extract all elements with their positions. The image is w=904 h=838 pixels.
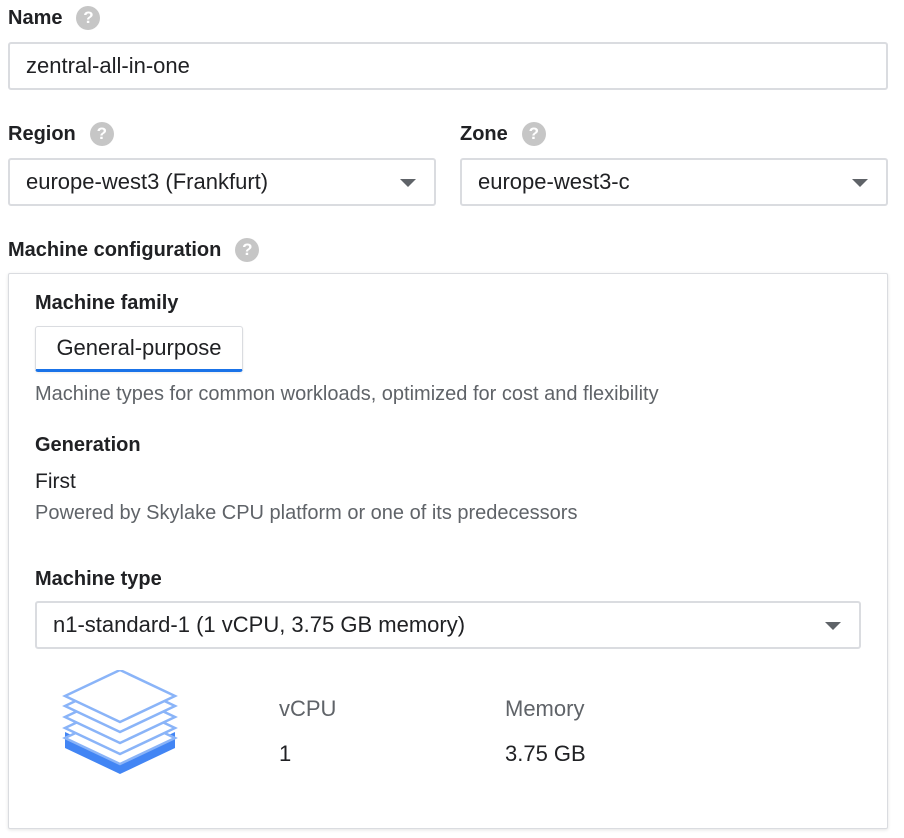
region-help-icon[interactable]: ? xyxy=(89,122,114,146)
stacked-layers-icon xyxy=(62,670,178,774)
name-help-icon[interactable]: ? xyxy=(76,6,101,30)
machine-config-panel: Machine family General-purpose Machine t… xyxy=(8,273,888,829)
zone-help-icon[interactable]: ? xyxy=(521,122,546,146)
machine-family-label: Machine family xyxy=(35,292,179,314)
machine-config-label: Machine configuration ? xyxy=(8,238,260,262)
region-select-value: europe-west3 (Frankfurt) xyxy=(26,169,269,194)
machine-config-label-text: Machine configuration xyxy=(8,238,222,261)
zone-select-value: europe-west3-c xyxy=(478,169,630,194)
zone-select[interactable]: europe-west3-c xyxy=(460,158,888,206)
machine-type-select-value: n1-standard-1 (1 vCPU, 3.75 GB memory) xyxy=(53,612,466,637)
machine-family-description: Machine types for common workloads, opti… xyxy=(35,383,659,405)
memory-label: Memory xyxy=(505,696,585,721)
generation-label: Generation xyxy=(35,434,141,456)
caret-down-icon xyxy=(825,622,841,630)
region-label: Region ? xyxy=(8,122,114,146)
caret-down-icon xyxy=(852,179,868,187)
region-label-text: Region xyxy=(8,122,76,145)
region-select[interactable]: europe-west3 (Frankfurt) xyxy=(8,158,436,206)
name-input-value: zentral-all-in-one xyxy=(26,53,190,78)
name-input[interactable]: zentral-all-in-one xyxy=(8,42,888,90)
caret-down-icon xyxy=(400,179,416,187)
name-label-text: Name xyxy=(8,6,63,29)
machine-type-label: Machine type xyxy=(35,568,162,590)
generation-description: Powered by Skylake CPU platform or one o… xyxy=(35,502,578,524)
machine-type-select[interactable]: n1-standard-1 (1 vCPU, 3.75 GB memory) xyxy=(35,601,861,649)
machine-family-general-purpose-tab[interactable]: General-purpose xyxy=(35,326,243,372)
zone-label: Zone ? xyxy=(460,122,546,146)
zone-label-text: Zone xyxy=(460,122,508,145)
vcpu-label: vCPU xyxy=(279,696,337,721)
machine-config-help-icon[interactable]: ? xyxy=(235,238,260,262)
memory-value: 3.75 GB xyxy=(505,741,586,766)
vcpu-value: 1 xyxy=(279,741,292,766)
generation-value: First xyxy=(35,470,76,493)
name-label: Name ? xyxy=(8,6,101,30)
